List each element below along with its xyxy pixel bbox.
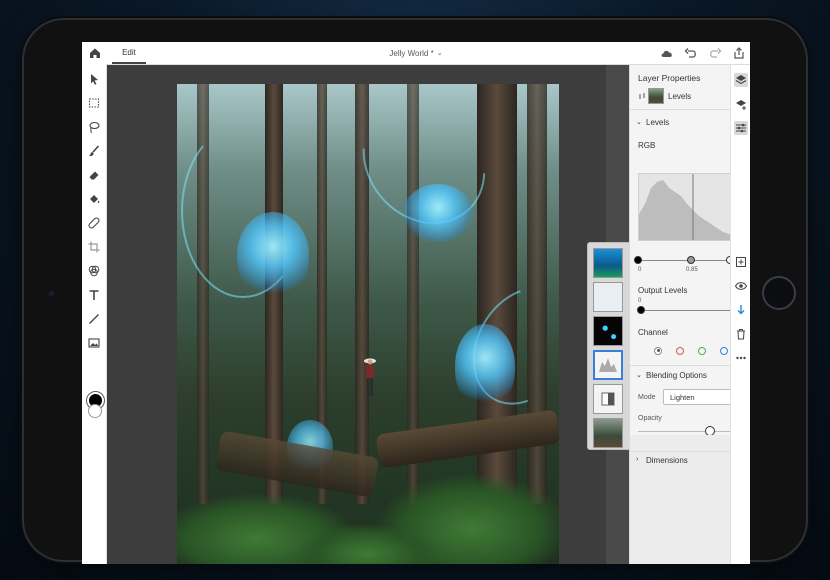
layers-icon[interactable] [734, 73, 748, 87]
canvas-area[interactable] [107, 65, 631, 564]
chevron-down-icon: ⌄ [436, 50, 443, 57]
eraser-icon[interactable] [87, 168, 101, 182]
layer-thumbnail[interactable] [593, 418, 623, 448]
lasso-icon[interactable] [87, 120, 101, 134]
background-color-swatch[interactable] [88, 404, 102, 418]
move-down-icon[interactable] [734, 303, 748, 317]
more-icon[interactable] [734, 351, 748, 365]
adjustments-icon[interactable] [734, 121, 748, 135]
channel-rgb-radio[interactable] [654, 347, 662, 355]
line-icon[interactable] [87, 312, 101, 326]
jellyfish-glow [455, 324, 515, 408]
gradient-map-icon [601, 392, 615, 406]
output-levels-track [640, 310, 736, 311]
channel-red-radio[interactable] [676, 347, 684, 355]
crop-icon[interactable] [87, 240, 101, 254]
delete-icon[interactable] [734, 327, 748, 341]
adjust-icon[interactable] [87, 264, 101, 278]
opacity-track [638, 431, 738, 432]
layer-thumbnail[interactable] [593, 248, 623, 278]
right-icon-rail [730, 65, 750, 564]
layer-thumbnail[interactable] [593, 316, 623, 346]
add-layer-icon[interactable] [734, 97, 748, 111]
chevron-down-icon[interactable]: ⌄ [636, 371, 642, 379]
dimensions-section-title[interactable]: Dimensions [646, 456, 688, 465]
document-title[interactable]: Jelly World * ⌄ [82, 42, 750, 64]
artwork-image[interactable] [177, 84, 559, 564]
document-title-text: Jelly World * [389, 48, 434, 58]
home-button[interactable] [762, 276, 796, 310]
layer-name[interactable]: Levels [668, 92, 691, 101]
panel-title: Layer Properties [638, 73, 701, 83]
brush-icon[interactable] [87, 144, 101, 158]
input-mid-value: 0.85 [686, 267, 698, 273]
channel-green-radio[interactable] [698, 347, 706, 355]
undo-icon[interactable] [684, 46, 698, 60]
layer-thumbnail[interactable] [593, 282, 623, 312]
visibility-icon[interactable] [734, 279, 748, 293]
output-black-handle[interactable] [637, 306, 645, 314]
histogram-graph [639, 174, 743, 240]
left-toolbar [82, 64, 107, 564]
output-low-value: 0 [638, 298, 642, 304]
input-levels-track [638, 260, 734, 261]
channel-blue-radio[interactable] [720, 347, 728, 355]
input-low-value: 0 [638, 267, 642, 273]
person-figure [364, 358, 376, 396]
top-bar: Edit Jelly World * ⌄ [82, 42, 750, 65]
blending-options-title[interactable]: Blending Options [646, 371, 707, 380]
histogram [638, 173, 744, 241]
channel-label: Channel [638, 328, 668, 337]
type-icon[interactable] [87, 288, 101, 302]
input-midtone-handle[interactable] [687, 256, 695, 264]
layer-thumbnail-gradient[interactable] [593, 384, 623, 414]
app-screen: Edit Jelly World * ⌄ Layer Properties Le… [82, 42, 750, 564]
add-icon[interactable] [734, 255, 748, 269]
link-icon[interactable] [638, 91, 646, 101]
output-levels-label: Output Levels [638, 286, 688, 295]
histogram-icon [599, 358, 617, 372]
move-icon[interactable] [87, 72, 101, 86]
chevron-right-icon[interactable]: › [636, 456, 638, 463]
layer-mini-thumbnail [648, 88, 664, 104]
marquee-icon[interactable] [87, 96, 101, 110]
levels-section-title[interactable]: Levels [646, 118, 669, 127]
front-camera [48, 290, 55, 297]
layer-thumbnail-levels[interactable] [593, 350, 623, 380]
cloud-icon[interactable] [660, 46, 674, 60]
healing-icon[interactable] [87, 216, 101, 230]
jellyfish-glow [403, 184, 473, 242]
input-black-point-handle[interactable] [634, 256, 642, 264]
fill-icon[interactable] [87, 192, 101, 206]
mode-label: Mode [638, 394, 656, 401]
blend-mode-value: Lighten [670, 392, 695, 402]
share-icon[interactable] [732, 46, 746, 60]
opacity-label: Opacity [638, 415, 662, 422]
radio-dot [656, 349, 660, 352]
jellyfish-glow [237, 212, 309, 298]
image-icon[interactable] [87, 336, 101, 350]
rgb-label: RGB [638, 141, 656, 150]
layer-stack[interactable] [587, 242, 631, 450]
tablet-frame: Edit Jelly World * ⌄ Layer Properties Le… [24, 20, 806, 564]
fern-foliage [297, 524, 437, 564]
redo-icon[interactable] [708, 46, 722, 60]
chevron-down-icon[interactable]: ⌄ [636, 118, 642, 126]
